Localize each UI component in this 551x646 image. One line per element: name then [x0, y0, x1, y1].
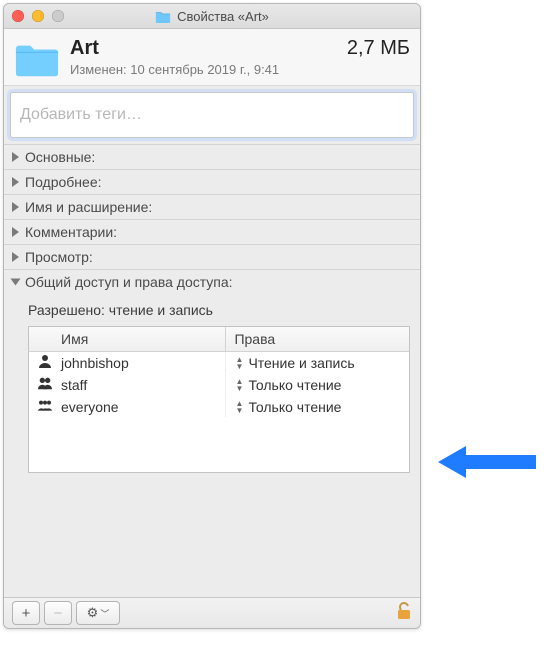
- table-row[interactable]: johnbishop ▲▼ Чтение и запись: [29, 352, 409, 374]
- section-label: Основные:: [25, 149, 95, 165]
- privilege-value: Только чтение: [248, 399, 341, 415]
- table-row[interactable]: staff ▲▼ Только чтение: [29, 374, 409, 396]
- disclosure-icon: [12, 252, 19, 262]
- modified-date: Изменен: 10 сентябрь 2019 г., 9:41: [70, 62, 410, 77]
- gear-icon: ⚙: [87, 605, 99, 621]
- privilege-value: Только чтение: [248, 377, 341, 393]
- privilege-cell[interactable]: ▲▼ Чтение и запись: [226, 352, 409, 373]
- permissions-table: Имя Права johnbishop ▲▼ Чтение и запись sta…: [28, 326, 410, 473]
- item-name: Art: [70, 37, 99, 60]
- table-row[interactable]: everyone ▲▼ Только чтение: [29, 396, 409, 418]
- user-name: johnbishop: [61, 355, 129, 371]
- section-label: Подробнее:: [25, 174, 102, 190]
- section-comments[interactable]: Комментарии:: [4, 220, 420, 245]
- privilege-cell[interactable]: ▲▼ Только чтение: [226, 374, 409, 395]
- column-name[interactable]: Имя: [29, 327, 226, 351]
- section-label: Просмотр:: [25, 249, 93, 265]
- section-label: Общий доступ и права доступа:: [25, 274, 233, 290]
- remove-button: −: [44, 601, 72, 625]
- titlebar: Свойства «Art»: [4, 4, 420, 29]
- privilege-cell[interactable]: ▲▼ Только чтение: [226, 396, 409, 417]
- column-privilege[interactable]: Права: [226, 327, 409, 351]
- annotation-arrow-icon: [438, 442, 538, 482]
- section-name-ext[interactable]: Имя и расширение:: [4, 195, 420, 220]
- section-more[interactable]: Подробнее:: [4, 170, 420, 195]
- footer: + − ⚙ ﹀: [4, 597, 420, 628]
- privilege-value: Чтение и запись: [248, 355, 354, 371]
- minimize-icon[interactable]: [32, 10, 44, 22]
- stepper-icon: ▲▼: [234, 378, 244, 392]
- stepper-icon: ▲▼: [234, 356, 244, 370]
- window-title: Свойства «Art»: [177, 9, 269, 24]
- folder-icon: [155, 10, 171, 23]
- tags-field[interactable]: [10, 92, 414, 138]
- info-window: Свойства «Art» Art 2,7 МБ Изменен: 10 се…: [3, 3, 421, 629]
- table-header: Имя Права: [29, 327, 409, 352]
- section-preview[interactable]: Просмотр:: [4, 245, 420, 270]
- disclosure-icon: [12, 227, 19, 237]
- add-button[interactable]: +: [12, 601, 40, 625]
- section-general[interactable]: Основные:: [4, 145, 420, 170]
- section-label: Комментарии:: [25, 224, 117, 240]
- sharing-body: Разрешено: чтение и запись Имя Права joh…: [4, 294, 420, 513]
- user-name: staff: [61, 377, 87, 393]
- disclosure-icon: [11, 279, 21, 286]
- user-name: everyone: [61, 399, 119, 415]
- chevron-down-icon: ﹀: [100, 607, 109, 620]
- user-icon: [37, 354, 53, 371]
- user-icon: [37, 376, 53, 393]
- folder-icon: [14, 40, 60, 80]
- disclosure-icon: [12, 152, 19, 162]
- user-icon: [37, 398, 53, 415]
- close-icon[interactable]: [12, 10, 24, 22]
- stepper-icon: ▲▼: [234, 400, 244, 414]
- section-label: Имя и расширение:: [25, 199, 152, 215]
- header: Art 2,7 МБ Изменен: 10 сентябрь 2019 г.,…: [4, 29, 420, 86]
- action-menu-button[interactable]: ⚙ ﹀: [76, 601, 120, 625]
- disclosure-icon: [12, 177, 19, 187]
- traffic-lights: [12, 10, 64, 22]
- section-sharing[interactable]: Общий доступ и права доступа:: [4, 270, 420, 294]
- disclosure-icon: [12, 202, 19, 212]
- zoom-icon[interactable]: [52, 10, 64, 22]
- tags-input[interactable]: [12, 94, 421, 136]
- item-size: 2,7 МБ: [347, 37, 410, 60]
- permission-summary: Разрешено: чтение и запись: [28, 302, 410, 318]
- lock-icon[interactable]: [396, 602, 412, 625]
